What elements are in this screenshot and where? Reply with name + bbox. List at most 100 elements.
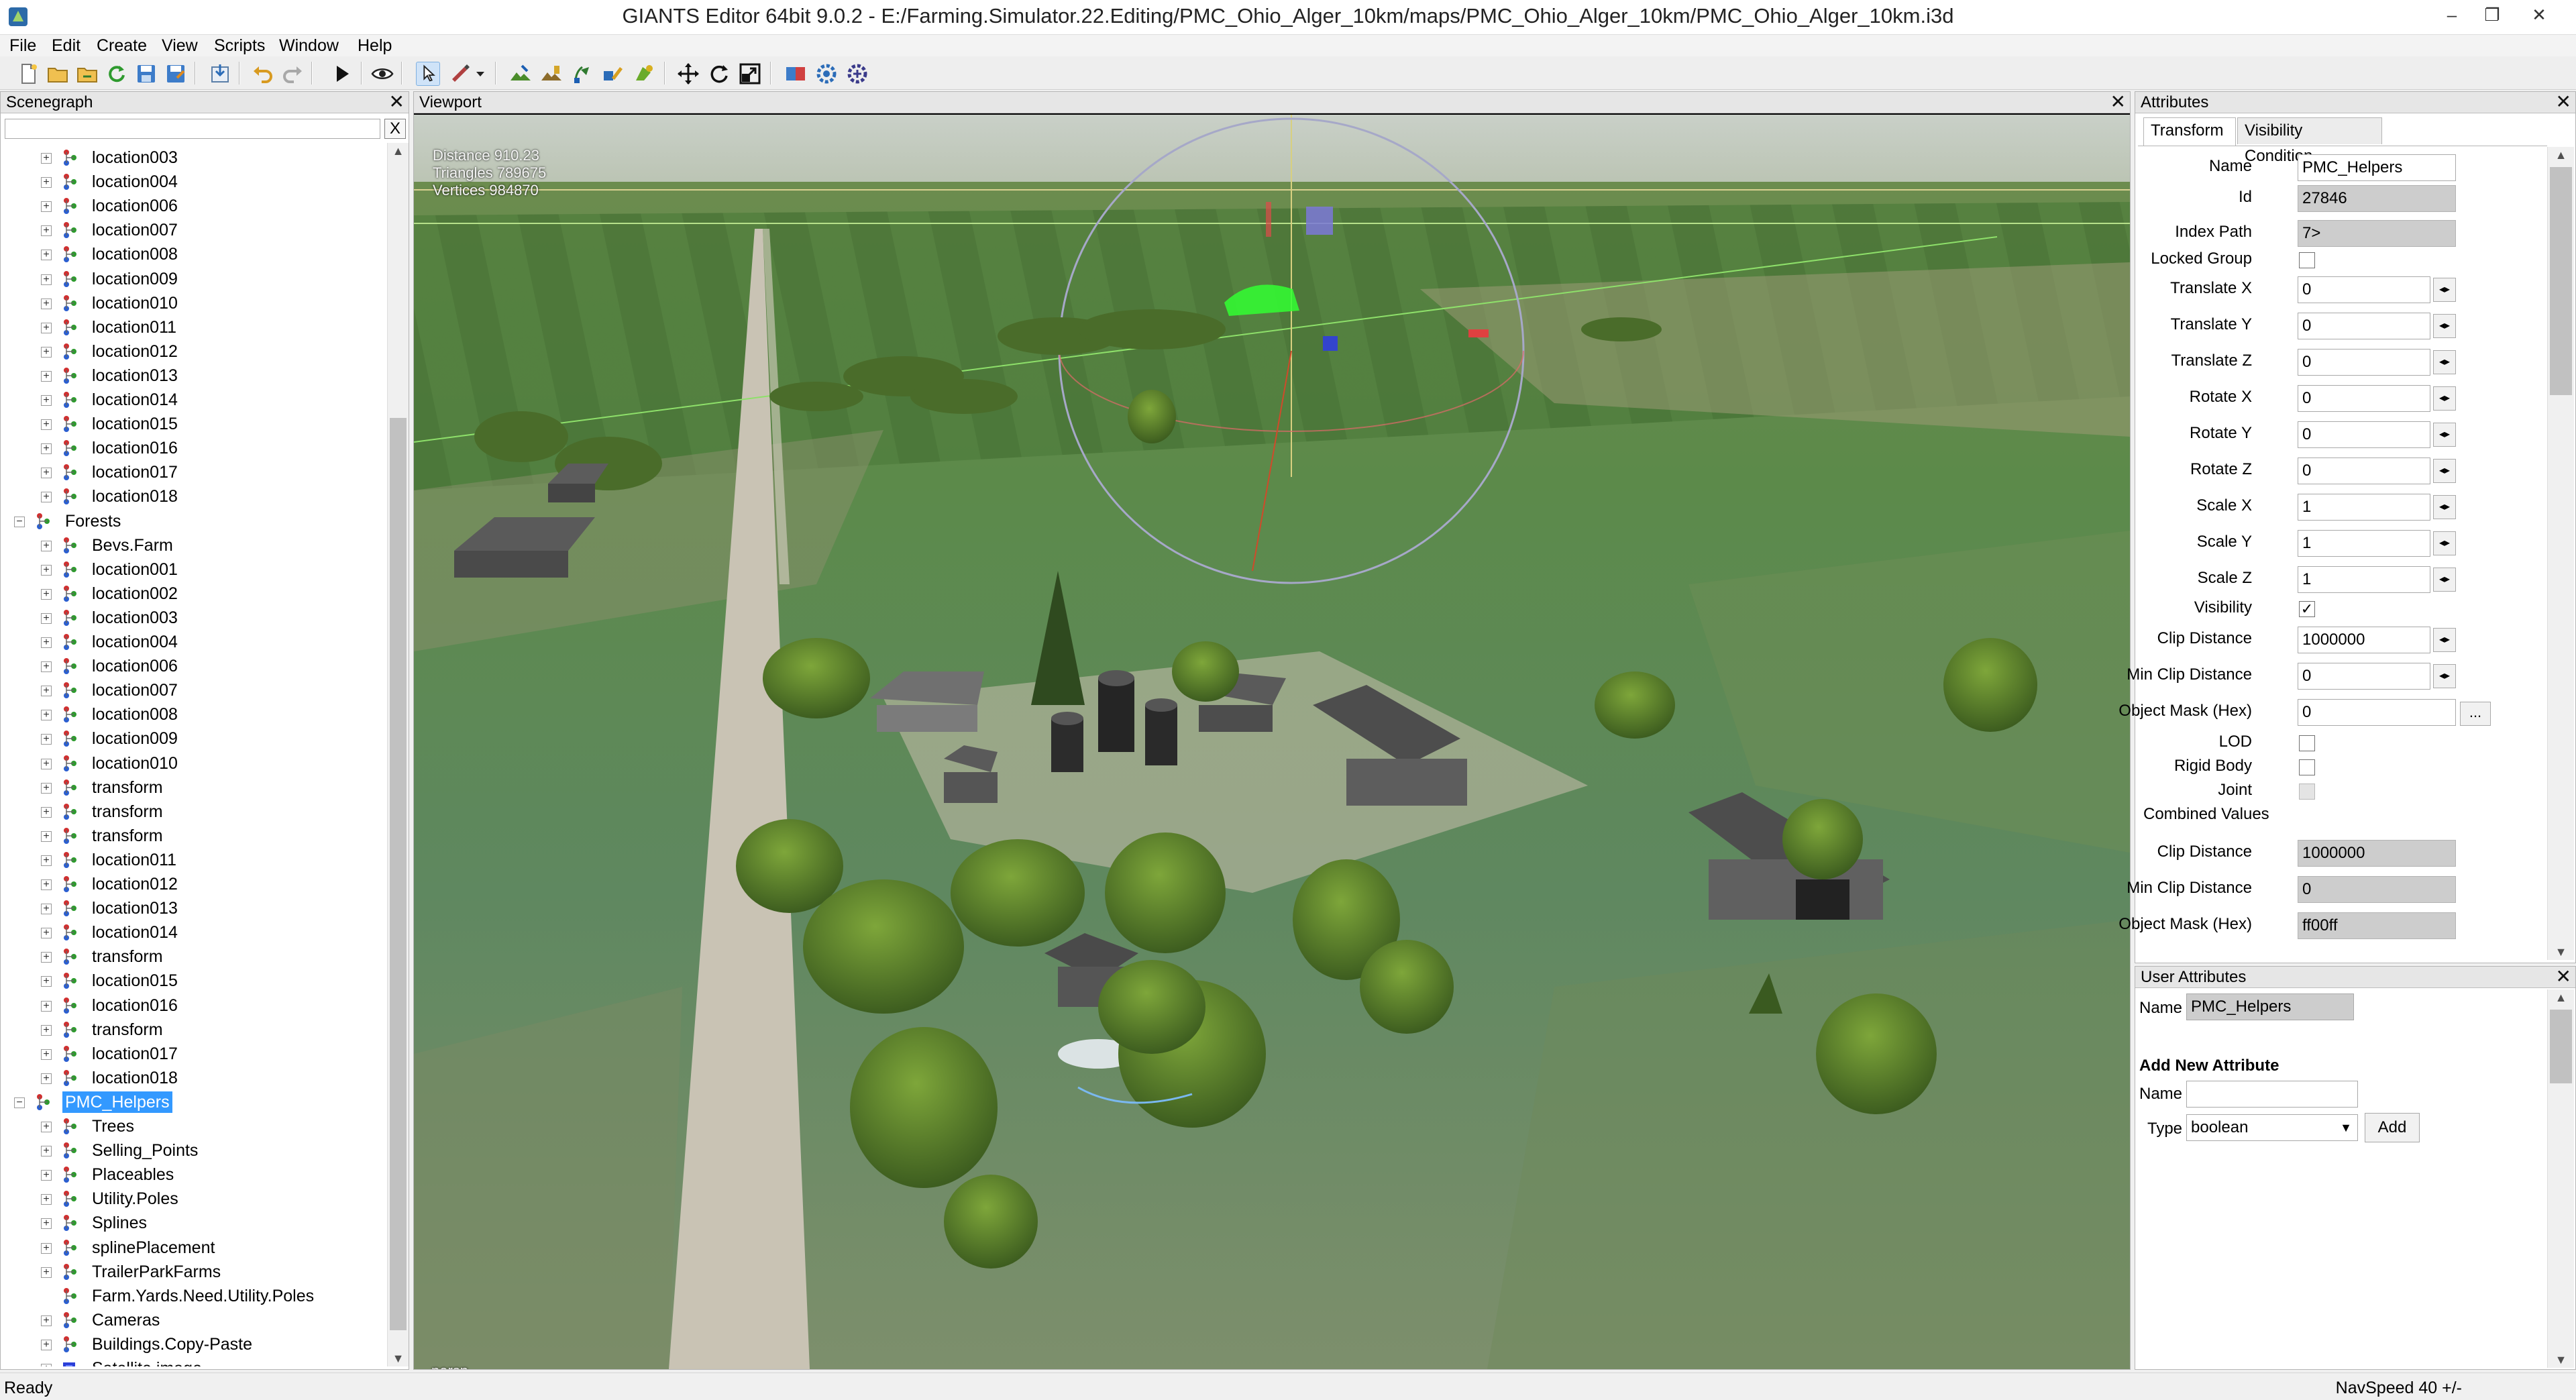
tree-node[interactable]: + Splines	[1, 1211, 387, 1235]
scroll-down-icon[interactable]: ▼	[2548, 944, 2574, 960]
menu-window[interactable]: Window	[279, 35, 339, 56]
tree-node[interactable]: + location008	[1, 242, 387, 266]
scroll-up-icon[interactable]: ▲	[2548, 147, 2574, 163]
expand-icon[interactable]: +	[41, 443, 52, 455]
tree-node[interactable]: + location003	[1, 146, 387, 170]
expand-icon[interactable]: +	[41, 468, 52, 479]
tree-node[interactable]: + location018	[1, 484, 387, 508]
tree-node[interactable]: + transform	[1, 945, 387, 969]
tree-node[interactable]: + location015	[1, 969, 387, 993]
expand-icon[interactable]: +	[41, 298, 52, 309]
scale-y-field[interactable]: 1	[2298, 530, 2430, 557]
tree-node[interactable]: + Selling_Points	[1, 1138, 387, 1163]
scale-x-field[interactable]: 1	[2298, 494, 2430, 521]
tree-node[interactable]: + Bevs.Farm	[1, 533, 387, 557]
translate-z-field[interactable]: 0	[2298, 349, 2430, 376]
drag-value-icon[interactable]: ◂▸	[2433, 531, 2456, 555]
expand-icon[interactable]: +	[41, 734, 52, 745]
rotate-icon[interactable]	[707, 62, 731, 86]
name-field[interactable]: PMC_Helpers	[2298, 154, 2456, 181]
terrain-sculpt-icon[interactable]	[508, 62, 533, 86]
tree-node[interactable]: + Trees	[1, 1114, 387, 1138]
import-icon[interactable]	[208, 62, 232, 86]
tree-node[interactable]: + location013	[1, 364, 387, 388]
expand-icon[interactable]: +	[41, 855, 52, 866]
tree-node[interactable]: + Placeables	[1, 1163, 387, 1187]
collapse-icon[interactable]: −	[14, 516, 25, 527]
translate-y-field[interactable]: 0	[2298, 313, 2430, 339]
tree-node[interactable]: + location001	[1, 557, 387, 582]
decal-icon[interactable]	[632, 62, 656, 86]
expand-icon[interactable]: +	[41, 686, 52, 697]
expand-icon[interactable]: +	[41, 661, 52, 673]
tree-node[interactable]: + location009	[1, 726, 387, 751]
tree-node[interactable]: + location013	[1, 896, 387, 920]
tree-node[interactable]: + location008	[1, 702, 387, 726]
menu-create[interactable]: Create	[97, 35, 147, 56]
scroll-up-icon[interactable]: ▲	[2548, 989, 2574, 1006]
min-clip-distance-field[interactable]: 0	[2298, 663, 2430, 690]
tree-node[interactable]: + TrailerParkFarms	[1, 1260, 387, 1284]
tree-node[interactable]: + location015	[1, 412, 387, 436]
expand-icon[interactable]: +	[41, 274, 52, 285]
expand-icon[interactable]: +	[41, 710, 52, 721]
expand-icon[interactable]: +	[41, 1122, 52, 1132]
menu-view[interactable]: View	[162, 35, 198, 56]
tree-node[interactable]: + location012	[1, 872, 387, 896]
tree-node[interactable]: + location006	[1, 194, 387, 218]
expand-icon[interactable]: +	[41, 952, 52, 963]
scroll-down-icon[interactable]: ▼	[388, 1350, 409, 1366]
tree-node[interactable]: − Forests	[1, 509, 387, 533]
undo-icon[interactable]	[251, 62, 275, 86]
add-attribute-button[interactable]: Add	[2365, 1113, 2420, 1142]
expand-icon[interactable]: +	[41, 782, 52, 794]
expand-icon[interactable]: +	[41, 1267, 52, 1278]
tree-node[interactable]: + transform	[1, 1018, 387, 1042]
drag-value-icon[interactable]: ◂▸	[2433, 278, 2456, 302]
expand-icon[interactable]: +	[41, 612, 52, 624]
drag-value-icon[interactable]: ◂▸	[2433, 628, 2456, 652]
tree-node[interactable]: + location014	[1, 920, 387, 945]
rigid-body-checkbox[interactable]	[2299, 759, 2315, 775]
expand-icon[interactable]: +	[41, 1073, 52, 1084]
expand-icon[interactable]: +	[41, 177, 52, 189]
user-attributes-close-button[interactable]: ✕	[2556, 967, 2571, 988]
tree-node[interactable]: + location006	[1, 654, 387, 678]
expand-icon[interactable]: +	[41, 225, 52, 237]
expand-icon[interactable]: +	[41, 758, 52, 769]
expand-icon[interactable]: +	[41, 1048, 52, 1060]
foliage-paint-icon[interactable]	[570, 62, 594, 86]
play-icon[interactable]	[330, 62, 354, 86]
expand-icon[interactable]: +	[41, 904, 52, 915]
scenegraph-close-button[interactable]: ✕	[389, 92, 405, 113]
expand-icon[interactable]: +	[41, 1315, 52, 1326]
expand-icon[interactable]: +	[41, 540, 52, 551]
paint-tool-icon[interactable]	[448, 62, 472, 86]
tree-node[interactable]: + location018	[1, 1066, 387, 1090]
attributes-scrollbar[interactable]: ▲ ▼	[2547, 147, 2574, 960]
tree-node[interactable]: + Cameras	[1, 1308, 387, 1332]
scrollbar-thumb[interactable]	[390, 418, 407, 1330]
expand-icon[interactable]: +	[41, 250, 52, 261]
tree-node[interactable]: + Utility.Poles	[1, 1187, 387, 1211]
save-as-icon[interactable]	[164, 62, 188, 86]
tree-node[interactable]: − PMC_Helpers	[1, 1090, 387, 1114]
tree-node[interactable]: + location012	[1, 339, 387, 364]
lod-checkbox[interactable]	[2299, 735, 2315, 751]
expand-icon[interactable]: +	[41, 1339, 52, 1350]
scale-z-field[interactable]: 1	[2298, 566, 2430, 593]
expand-icon[interactable]: +	[41, 637, 52, 648]
settings-icon[interactable]	[814, 62, 839, 86]
expand-icon[interactable]: +	[41, 370, 52, 382]
tree-node[interactable]: + location014	[1, 388, 387, 412]
expand-icon[interactable]: +	[41, 1000, 52, 1012]
tab-transform[interactable]: Transform	[2143, 117, 2236, 146]
expand-icon[interactable]: +	[41, 153, 52, 164]
tree-node[interactable]: + transform	[1, 775, 387, 800]
expand-icon[interactable]: +	[41, 395, 52, 406]
rotate-x-field[interactable]: 0	[2298, 385, 2430, 412]
new-file-icon[interactable]	[16, 62, 40, 86]
expand-icon[interactable]: +	[41, 201, 52, 213]
expand-icon[interactable]: +	[41, 928, 52, 939]
tree-node[interactable]: + location010	[1, 291, 387, 315]
